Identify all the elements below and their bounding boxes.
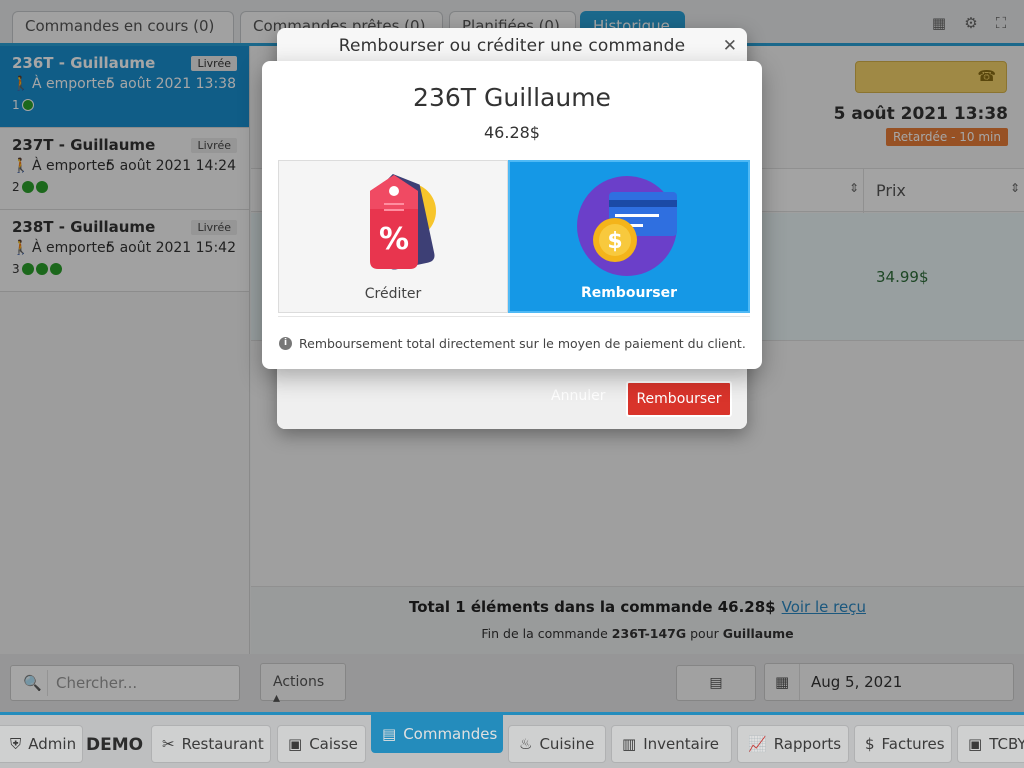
divider <box>278 316 750 317</box>
svg-text:$: $ <box>607 229 622 254</box>
refund-label: Rembourser <box>580 285 678 301</box>
close-icon[interactable]: ✕ <box>723 36 737 56</box>
refund-choice-panel: 236T Guillaume 46.28$ % Créditer $ Rembo… <box>262 61 762 369</box>
info-icon: i <box>279 337 292 350</box>
refund-option[interactable]: $ Rembourser <box>508 160 750 313</box>
confirm-refund-button[interactable]: Rembourser <box>626 381 732 417</box>
order-name: 236T Guillaume <box>413 83 611 112</box>
discount-tag-icon: % <box>370 173 436 270</box>
svg-text:%: % <box>379 222 409 257</box>
credit-option[interactable]: % Créditer <box>278 160 508 313</box>
dialog-footer: Annuler Rembourser <box>277 362 747 429</box>
credit-card-coin-icon: $ <box>577 176 677 276</box>
info-text: Remboursement total directement sur le m… <box>299 336 746 351</box>
modal-backdrop-nav <box>0 712 1024 768</box>
credit-label: Créditer <box>364 286 422 302</box>
order-amount: 46.28$ <box>484 123 540 142</box>
dialog-title: Rembourser ou créditer une commande <box>338 36 686 56</box>
cancel-button[interactable]: Annuler <box>551 388 605 404</box>
info-line: i Remboursement total directement sur le… <box>279 336 746 351</box>
